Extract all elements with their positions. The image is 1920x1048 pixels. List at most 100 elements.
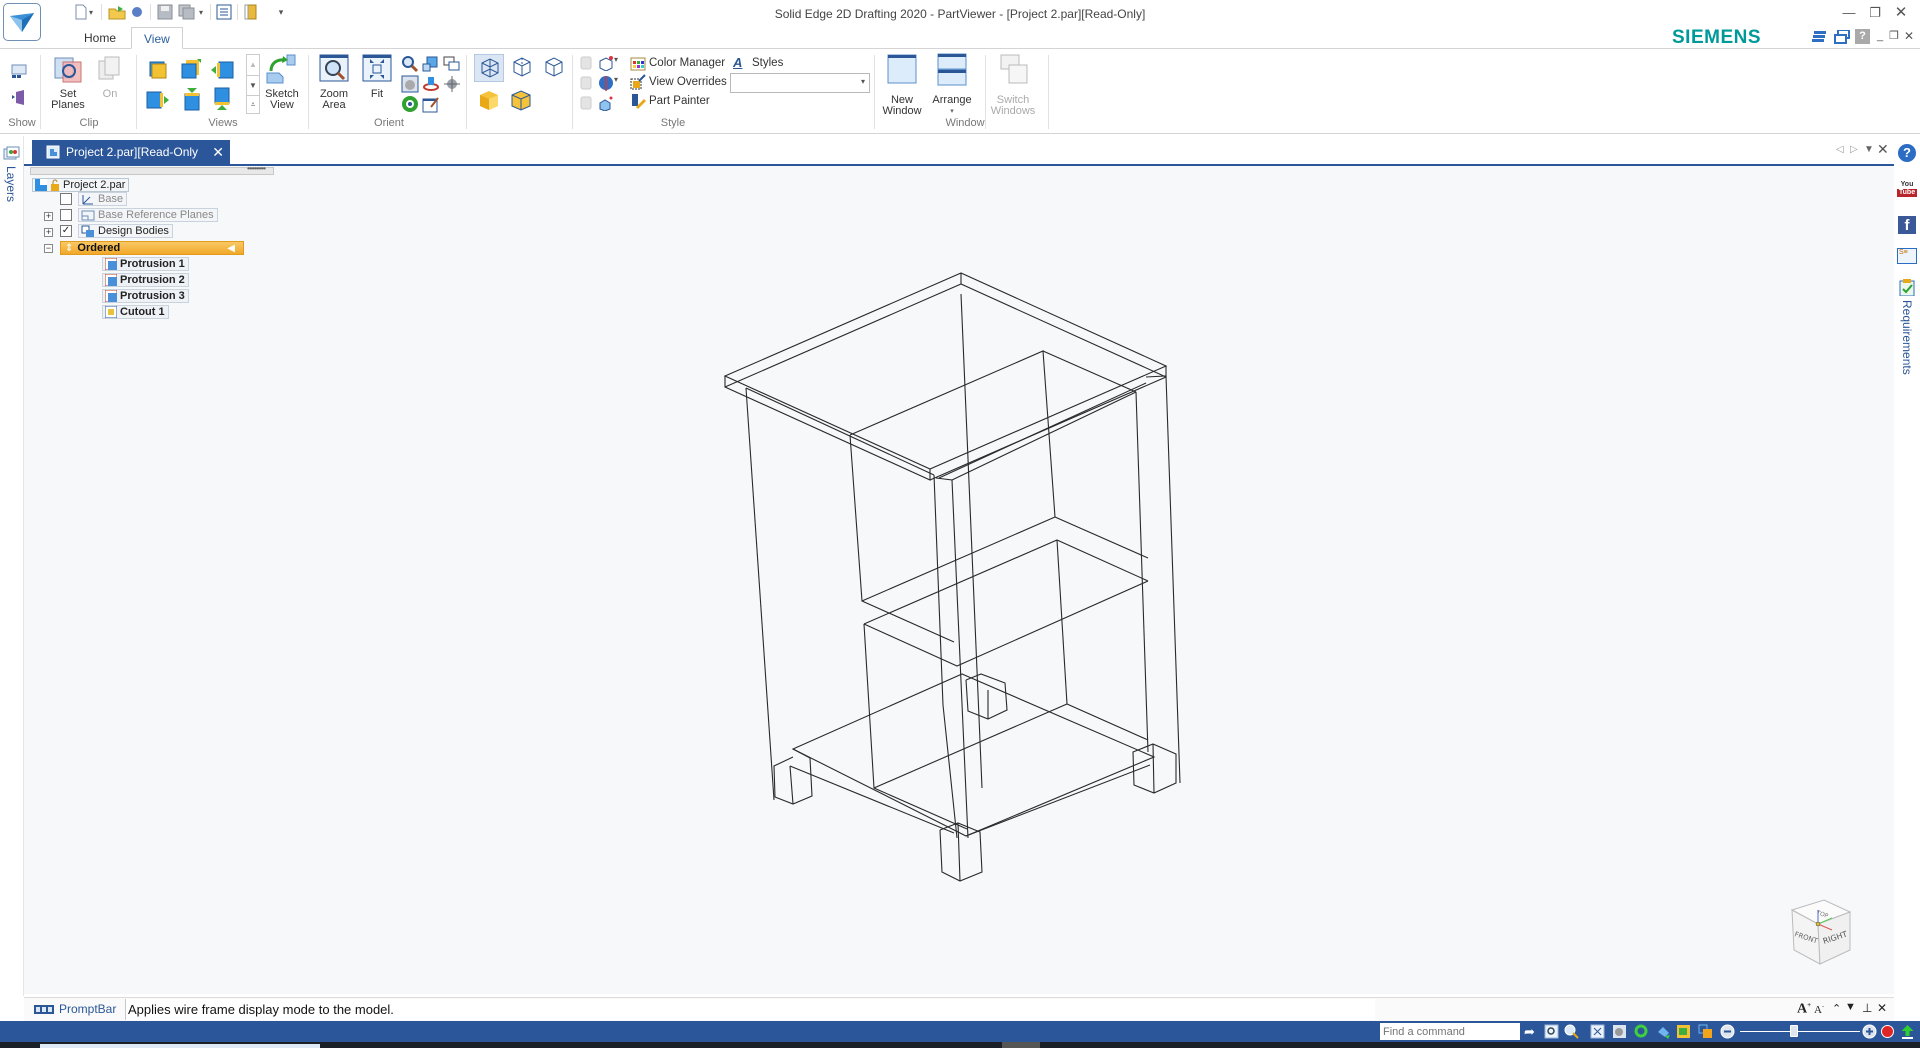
close-document-tab-icon[interactable]: ✕ bbox=[212, 140, 224, 164]
close-button[interactable]: ✕ bbox=[1892, 5, 1910, 21]
tree-node-base[interactable]: Base bbox=[78, 192, 128, 206]
set-planes-button[interactable]: Set Planes bbox=[50, 53, 86, 111]
switch-windows-button[interactable]: Switch Windows bbox=[991, 53, 1035, 117]
floor-reflection-icon[interactable] bbox=[578, 95, 596, 113]
zoom-area-button[interactable]: Zoom Area bbox=[318, 53, 350, 111]
color-manager-button[interactable]: Color Manager bbox=[630, 54, 725, 72]
siemens-community-icon[interactable]: S≡ bbox=[1897, 248, 1917, 264]
view-back-icon[interactable] bbox=[212, 87, 232, 111]
named-views-icon[interactable] bbox=[443, 55, 461, 73]
youtube-icon[interactable]: You Tube bbox=[1897, 181, 1917, 199]
sb-rotate-icon[interactable] bbox=[1634, 1024, 1649, 1039]
reflection-icon[interactable] bbox=[578, 75, 596, 93]
spin-about-icon[interactable] bbox=[443, 75, 461, 93]
cascade-windows-icon[interactable] bbox=[1834, 29, 1850, 44]
show-panel-icon[interactable] bbox=[10, 63, 28, 81]
view-top-icon[interactable] bbox=[180, 58, 202, 80]
find-command-input[interactable] bbox=[1380, 1023, 1520, 1040]
rollback-arrow-icon[interactable]: ◀ bbox=[227, 242, 235, 255]
requirements-icon[interactable] bbox=[1899, 278, 1915, 297]
arrange-windows-icon[interactable] bbox=[1812, 30, 1828, 44]
visible-edges-button[interactable] bbox=[508, 54, 536, 82]
close-all-tabs-icon[interactable]: ✕ bbox=[1877, 141, 1889, 158]
collapse-ordered[interactable]: − bbox=[44, 244, 53, 253]
shadow-icon[interactable] bbox=[578, 55, 596, 73]
go-arrow-icon[interactable]: ➦ bbox=[1524, 1024, 1539, 1039]
view-right-icon[interactable] bbox=[210, 60, 234, 80]
help-icon[interactable]: ? bbox=[1855, 29, 1870, 44]
view-style-dropdown-icon[interactable]: ▾ bbox=[614, 55, 622, 73]
tab-list-dropdown-icon[interactable]: ▼ bbox=[1864, 144, 1874, 155]
tree-node-ordered[interactable]: ⇕ Ordered ◀ bbox=[60, 241, 244, 255]
show-hide-icon[interactable] bbox=[10, 89, 28, 107]
base-checkbox[interactable] bbox=[60, 193, 72, 205]
expand-down-icon[interactable]: ▼ bbox=[1845, 1001, 1856, 1013]
sketch-view-button[interactable]: Sketch View bbox=[264, 53, 300, 111]
tree-feature[interactable]: Cutout 1 bbox=[102, 305, 169, 319]
zoom-slider-thumb[interactable] bbox=[1790, 1025, 1798, 1037]
style-select[interactable]: ▾ bbox=[730, 73, 870, 93]
view-orient-icon[interactable] bbox=[422, 55, 440, 73]
facebook-icon[interactable]: f bbox=[1898, 216, 1916, 234]
zoom-slider-track[interactable] bbox=[1740, 1031, 1860, 1032]
tree-feature[interactable]: Protrusion 3 bbox=[102, 289, 189, 303]
fit-button[interactable]: Fit bbox=[362, 53, 392, 101]
tab-scroll-right-icon[interactable]: ▷ bbox=[1850, 144, 1858, 155]
tree-feature[interactable]: Protrusion 2 bbox=[102, 273, 189, 287]
sketch-edit-icon[interactable] bbox=[422, 95, 440, 113]
base-reference-planes-checkbox[interactable] bbox=[60, 209, 72, 221]
help-circle-icon[interactable]: ? bbox=[1898, 144, 1916, 162]
requirements-tab[interactable]: Requirements bbox=[1900, 300, 1914, 375]
view-overrides-button[interactable]: View Overrides bbox=[630, 73, 727, 91]
clip-on-button[interactable]: On bbox=[96, 53, 124, 101]
document-tab[interactable]: Project 2.par][Read-Only ✕ bbox=[32, 140, 230, 164]
sb-zoom-area-icon[interactable] bbox=[1544, 1024, 1559, 1039]
part-painter-button[interactable]: Part Painter bbox=[630, 92, 710, 110]
design-bodies-checkbox[interactable]: ✓ bbox=[60, 225, 72, 237]
layers-tab[interactable]: Layers bbox=[4, 166, 18, 202]
tree-feature[interactable]: Protrusion 1 bbox=[102, 257, 189, 271]
rotate-icon[interactable] bbox=[422, 75, 440, 93]
shaded-edges-button[interactable] bbox=[508, 87, 534, 113]
sb-fit-icon[interactable] bbox=[1590, 1024, 1605, 1039]
tree-header-bar[interactable]: •••••••••• bbox=[30, 164, 274, 175]
tab-view[interactable]: View bbox=[131, 27, 183, 49]
arrange-button[interactable]: Arrange ▾ bbox=[932, 53, 972, 115]
minimize-button[interactable]: — bbox=[1840, 5, 1858, 21]
close-promptbar-icon[interactable]: ✕ bbox=[1877, 1001, 1887, 1015]
record-icon[interactable] bbox=[1880, 1024, 1895, 1039]
wireframe-button[interactable] bbox=[474, 54, 504, 82]
previous-view-icon[interactable] bbox=[401, 95, 419, 113]
tree-node-design-bodies[interactable]: Design Bodies bbox=[78, 224, 173, 238]
expand-base-reference-planes[interactable]: + bbox=[44, 212, 53, 221]
view-front-icon[interactable] bbox=[148, 60, 168, 80]
sharpen-icon[interactable] bbox=[598, 95, 616, 113]
zoom-out-icon[interactable] bbox=[1720, 1024, 1735, 1039]
restore-button[interactable]: ❐ bbox=[1866, 5, 1884, 21]
pan-icon[interactable] bbox=[401, 75, 419, 93]
visible-hidden-edges-button[interactable] bbox=[540, 54, 568, 82]
graphics-viewport[interactable]: •••••••••• Project 2.par Base + Base Ref… bbox=[24, 164, 1894, 994]
taskbar-app-button[interactable] bbox=[40, 1044, 320, 1048]
view-bottom-icon[interactable] bbox=[182, 87, 202, 111]
tree-node-base-reference-planes[interactable]: Base Reference Planes bbox=[78, 208, 218, 222]
lighting-dropdown-icon[interactable]: ▾ bbox=[614, 75, 622, 93]
layers-icon[interactable] bbox=[3, 146, 20, 161]
shaded-button[interactable] bbox=[476, 87, 502, 113]
increase-font-icon[interactable]: A+ bbox=[1797, 1001, 1811, 1018]
doc-close-button[interactable]: ✕ bbox=[1900, 28, 1918, 44]
sb-sketch-view-icon[interactable] bbox=[1676, 1024, 1691, 1039]
new-window-button[interactable]: New Window bbox=[882, 53, 922, 117]
tab-scroll-left-icon[interactable]: ◁ bbox=[1836, 144, 1844, 155]
collapse-up-icon[interactable]: ⌃ bbox=[1832, 1002, 1841, 1015]
sb-display-mode-icon[interactable] bbox=[1698, 1024, 1713, 1039]
view-left-icon[interactable] bbox=[146, 89, 170, 111]
styles-button[interactable]: A Styles bbox=[733, 54, 783, 72]
zoom-in-icon[interactable] bbox=[1862, 1024, 1877, 1039]
sb-zoom-icon[interactable] bbox=[1564, 1024, 1579, 1039]
sb-spin-icon[interactable] bbox=[1656, 1024, 1671, 1039]
zoom-icon[interactable] bbox=[401, 55, 419, 73]
pin-icon[interactable]: ⊥ bbox=[1862, 1001, 1872, 1015]
gallery-up-icon[interactable]: ▲ bbox=[247, 55, 259, 75]
decrease-font-icon[interactable]: A- bbox=[1814, 1004, 1824, 1016]
